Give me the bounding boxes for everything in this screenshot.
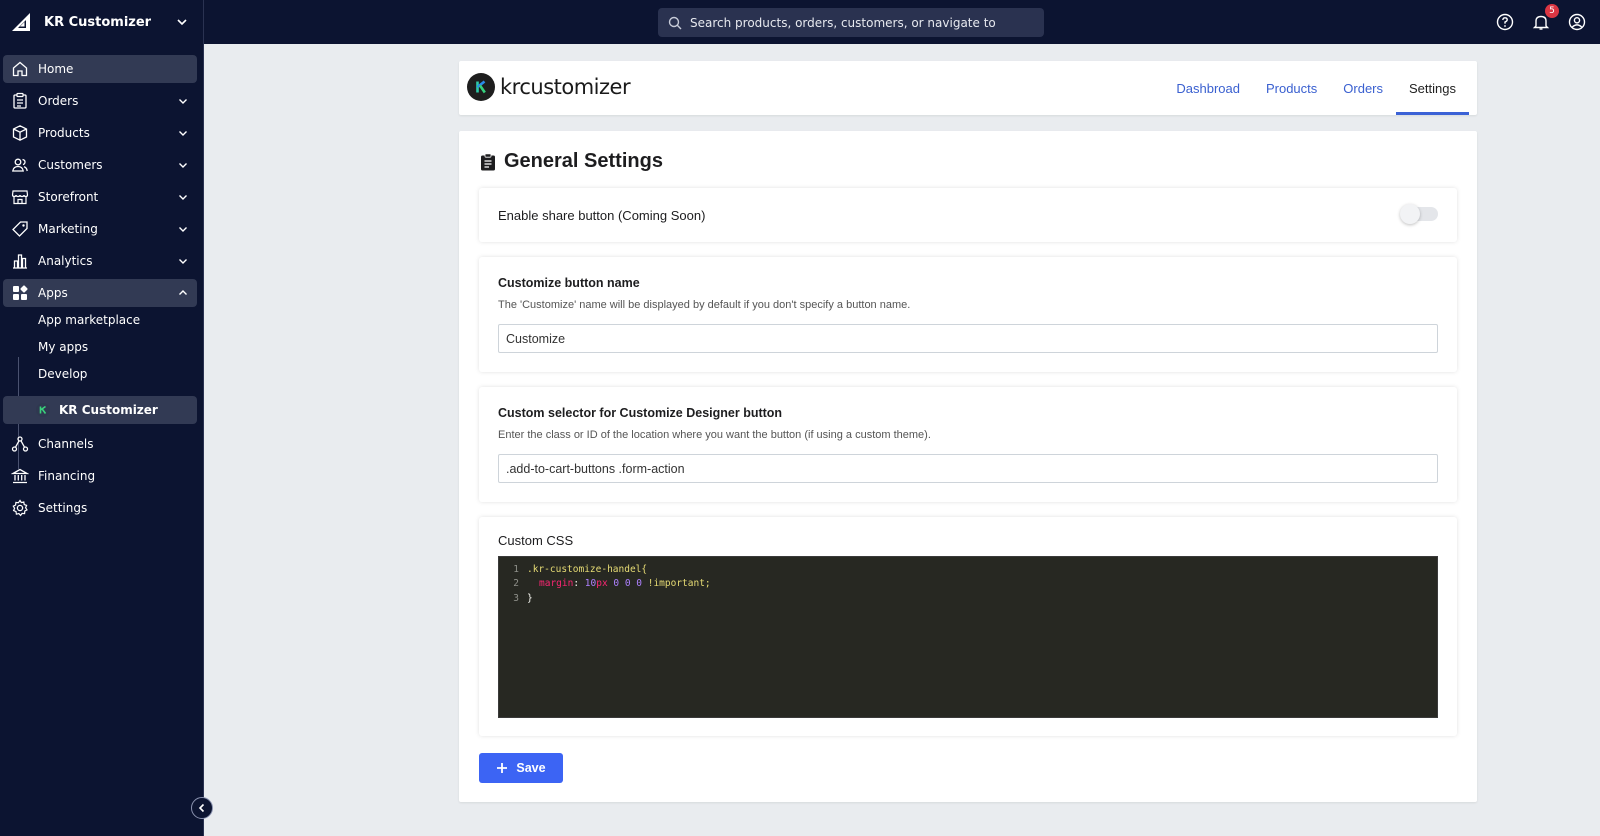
top-bar: KR Customizer Search products, orders, c…: [0, 0, 1600, 44]
chevron-down-icon: [179, 99, 187, 104]
custom-selector-description: Enter the class or ID of the location wh…: [498, 429, 931, 441]
app-header: krcustomizer Dashbroad Products Orders S…: [459, 61, 1477, 115]
sidebar-item-settings[interactable]: Settings: [3, 494, 197, 522]
toggle-knob: [1400, 204, 1420, 224]
line-number: 3: [513, 592, 519, 604]
box-icon: [12, 125, 28, 141]
share-button-label: Enable share button (Coming Soon): [498, 208, 706, 223]
clipboard-icon: [481, 152, 495, 170]
store-switcher[interactable]: KR Customizer: [0, 0, 204, 44]
tag-icon: [12, 221, 28, 237]
search-input[interactable]: Search products, orders, customers, or n…: [658, 8, 1044, 37]
custom-selector-input[interactable]: .add-to-cart-buttons .form-action: [498, 454, 1438, 483]
bank-icon: [11, 468, 29, 484]
button-name-panel: Customize button name The 'Customize' na…: [479, 257, 1457, 372]
tab-orders[interactable]: Orders: [1330, 61, 1396, 115]
sidebar-item-apps[interactable]: Apps: [3, 279, 197, 307]
code-number: 10: [584, 578, 597, 590]
sidebar-item-channels[interactable]: Channels: [3, 430, 197, 458]
custom-css-panel: Custom CSS 1 .kr-customize-handel{ 2 mar…: [479, 517, 1457, 736]
code-selector: .kr-customize-handel{: [527, 563, 648, 575]
code-line: 2 margin: 10px 0 0 0 !important;: [499, 577, 1437, 592]
sidebar-item-products[interactable]: Products: [3, 119, 197, 147]
help-button[interactable]: [1494, 11, 1516, 33]
code-values: 0 0 0: [607, 578, 648, 590]
button-name-input[interactable]: Customize: [498, 324, 1438, 353]
sidebar-item-analytics[interactable]: Analytics: [3, 247, 197, 275]
sidebar-subitem-develop[interactable]: Develop: [38, 367, 87, 381]
app-tabs: Dashbroad Products Orders Settings: [1163, 61, 1469, 115]
css-code-editor[interactable]: 1 .kr-customize-handel{ 2 margin: 10px 0…: [498, 556, 1438, 718]
custom-css-label: Custom CSS: [498, 533, 574, 548]
page-title: General Settings: [480, 150, 663, 173]
chevron-down-icon: [179, 259, 187, 264]
chevron-down-icon: [179, 163, 187, 168]
search-placeholder: Search products, orders, customers, or n…: [690, 15, 996, 30]
notification-badge: 5: [1545, 4, 1559, 18]
collapse-sidebar-button[interactable]: [191, 797, 213, 819]
notifications-button[interactable]: 5: [1530, 4, 1559, 33]
sidebar-item-financing[interactable]: Financing: [3, 462, 197, 490]
sidebar-item-orders[interactable]: Orders: [3, 87, 197, 115]
kr-logo-icon: [467, 73, 495, 101]
user-circle-icon: [1568, 13, 1586, 31]
line-number: 1: [513, 563, 519, 575]
settings-card: General Settings Enable share button (Co…: [459, 131, 1477, 802]
tab-dashbroad[interactable]: Dashbroad: [1163, 61, 1253, 115]
code-line: 1 .kr-customize-handel{: [499, 562, 1437, 577]
code-closing-brace: }: [527, 592, 533, 604]
chevron-up-icon: [179, 290, 187, 295]
sidebar-item-customers[interactable]: Customers: [3, 151, 197, 179]
tab-products[interactable]: Products: [1253, 61, 1330, 115]
custom-selector-title: Custom selector for Customize Designer b…: [498, 406, 783, 420]
sidebar-item-home[interactable]: Home: [3, 55, 197, 83]
bar-chart-icon: [13, 254, 27, 269]
sidebar-item-storefront[interactable]: Storefront: [3, 183, 197, 211]
home-icon: [12, 61, 28, 77]
apps-icon: [13, 285, 28, 300]
chevron-left-icon: [198, 803, 205, 813]
share-button-panel: Enable share button (Coming Soon): [479, 188, 1457, 242]
account-button[interactable]: [1566, 11, 1588, 33]
chevron-down-icon: [179, 195, 187, 200]
chevron-down-icon: [179, 131, 187, 136]
search-icon: [668, 16, 682, 29]
gear-icon: [12, 499, 28, 517]
channels-icon: [11, 436, 29, 452]
store-name: KR Customizer: [44, 14, 152, 30]
logo-wordmark: krcustomizer: [500, 75, 631, 99]
chevron-down-icon: [177, 19, 187, 26]
help-icon: [1496, 13, 1514, 31]
save-button[interactable]: Save: [479, 753, 563, 783]
users-icon: [12, 158, 28, 172]
button-name-description: The 'Customize' name will be displayed b…: [498, 299, 911, 311]
sidebar-subitem-app-marketplace[interactable]: App marketplace: [38, 313, 140, 327]
code-colon: :: [573, 578, 585, 590]
button-name-title: Customize button name: [498, 276, 640, 290]
custom-selector-panel: Custom selector for Customize Designer b…: [479, 387, 1457, 502]
sidebar: Home Orders Products Customers Storefron…: [0, 44, 213, 836]
bigcommerce-logo-icon: [12, 13, 30, 31]
storefront-icon: [11, 190, 29, 205]
code-unit: px: [596, 578, 608, 590]
plus-icon: [497, 763, 508, 773]
sidebar-item-marketing[interactable]: Marketing: [3, 215, 197, 243]
chevron-down-icon: [179, 227, 187, 232]
code-important: !important;: [647, 578, 711, 590]
krcustomizer-logo: krcustomizer: [467, 73, 631, 101]
code-property: margin: [539, 578, 574, 590]
kr-customizer-app-icon: [36, 403, 50, 417]
line-number: 2: [513, 578, 519, 590]
clipboard-icon: [13, 92, 27, 109]
tab-settings[interactable]: Settings: [1396, 61, 1469, 115]
sidebar-subitem-kr-customizer[interactable]: KR Customizer: [3, 396, 197, 424]
code-line: 3 }: [499, 591, 1437, 606]
sidebar-subitem-my-apps[interactable]: My apps: [38, 340, 88, 354]
share-button-toggle[interactable]: [1400, 204, 1438, 224]
